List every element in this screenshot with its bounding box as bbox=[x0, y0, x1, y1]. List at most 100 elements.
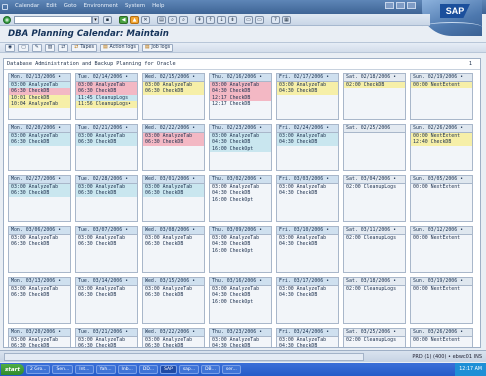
last-page-icon[interactable]: ⇟ bbox=[228, 16, 237, 24]
scheduled-action[interactable]: 03:00 AnalyzeTab bbox=[9, 81, 70, 89]
scheduled-action[interactable]: 03:00 AnalyzeTab bbox=[143, 132, 204, 140]
scheduled-action[interactable]: 03:00 AnalyzeTab bbox=[277, 132, 338, 140]
menu-item-edit[interactable]: Edit bbox=[46, 3, 56, 10]
calendar-day-cell[interactable]: Sun. 03/19/2006 • 00:00 NextExtent bbox=[410, 277, 473, 324]
day-header[interactable]: Fri. 03/03/2006 • bbox=[277, 176, 338, 184]
taskbar-item[interactable]: SAP bbox=[160, 365, 177, 374]
scheduled-action[interactable]: 03:00 AnalyzeTab bbox=[76, 337, 137, 344]
scheduled-action[interactable]: 04:30 CheckDB bbox=[277, 190, 338, 197]
day-header[interactable]: Wed. 03/01/2006 • bbox=[143, 176, 204, 184]
scheduled-action[interactable]: 06:30 CheckDB bbox=[143, 88, 204, 95]
day-header[interactable]: Wed. 02/22/2006 • bbox=[143, 125, 204, 133]
day-header[interactable]: Sat. 02/25/2006 bbox=[344, 125, 405, 133]
day-header[interactable]: Fri. 03/24/2006 • bbox=[277, 329, 338, 337]
calendar-day-cell[interactable]: Fri. 03/17/2006 • 03:00 AnalyzeTab 04:30 C… bbox=[276, 277, 339, 324]
calendar-day-cell[interactable]: Sat. 03/04/2006 • 02:00 CleanupLogs bbox=[343, 175, 406, 222]
calendar-day-cell[interactable]: Sat. 02/25/2006 bbox=[343, 124, 406, 171]
taskbar-item[interactable]: Int... bbox=[75, 365, 94, 374]
scheduled-action[interactable]: 06:30 CheckDB bbox=[9, 190, 70, 197]
day-header[interactable]: Wed. 03/08/2006 • bbox=[143, 227, 204, 235]
day-header[interactable]: Mon. 03/13/2006 • bbox=[9, 278, 70, 286]
day-header[interactable]: Sat. 02/18/2006 • bbox=[344, 74, 405, 82]
day-header[interactable]: Sun. 02/19/2006 • bbox=[411, 74, 472, 82]
scheduled-action[interactable]: 12:40 CheckDB bbox=[411, 139, 472, 146]
scheduled-action[interactable]: 11:45 CleanupLogs bbox=[76, 94, 137, 102]
scheduled-action[interactable]: 04:30 CheckDB bbox=[210, 139, 271, 146]
day-header[interactable]: Fri. 02/17/2006 • bbox=[277, 74, 338, 82]
scheduled-action[interactable]: 16:00 CheckOpt bbox=[210, 299, 271, 306]
day-header[interactable]: Wed. 03/15/2006 • bbox=[143, 278, 204, 286]
scheduled-action[interactable]: 16:00 CheckOpt bbox=[210, 197, 271, 204]
scheduled-action[interactable]: 03:00 AnalyzeTab bbox=[277, 337, 338, 344]
scheduled-action[interactable]: 06:30 CheckDB bbox=[76, 88, 137, 95]
scheduled-action[interactable]: 03:00 AnalyzeTab bbox=[277, 81, 338, 89]
taskbar-item[interactable]: Yah... bbox=[95, 365, 116, 374]
scheduled-action[interactable]: 16:00 CheckOpt bbox=[210, 248, 271, 255]
scheduled-action[interactable]: 04:30 CheckDB bbox=[277, 139, 338, 146]
calendar-day-cell[interactable]: Sun. 02/19/2006 • 00:00 NextExtent bbox=[410, 73, 473, 120]
scheduled-action[interactable]: 04:30 CheckDB bbox=[210, 88, 271, 95]
create-icon[interactable]: ▢ bbox=[18, 43, 29, 52]
day-header[interactable]: Tue. 03/14/2006 • bbox=[76, 278, 137, 286]
calendar-day-cell[interactable]: Tue. 02/21/2006 • 03:00 AnalyzeTab 06:30 C… bbox=[75, 124, 138, 171]
scheduled-action[interactable]: 03:00 AnalyzeTab bbox=[210, 132, 271, 140]
calendar-day-cell[interactable]: Mon. 03/13/2006 • 03:00 AnalyzeTab 06:30 C… bbox=[8, 277, 71, 324]
scheduled-action[interactable]: 06:30 CheckDB bbox=[9, 139, 70, 146]
calendar-day-cell[interactable]: Tue. 03/21/2006 • 03:00 AnalyzeTab 06:30 C… bbox=[75, 328, 138, 347]
new-session-icon[interactable]: ▭ bbox=[244, 16, 253, 24]
taskbar-item[interactable]: sap... bbox=[178, 365, 200, 374]
layout-icon[interactable]: ▦ bbox=[282, 16, 291, 24]
scheduled-action[interactable]: 00:00 NextExtent bbox=[411, 81, 472, 89]
calendar-day-cell[interactable]: Tue. 03/14/2006 • 03:00 AnalyzeTab 06:30 C… bbox=[75, 277, 138, 324]
back-icon[interactable]: ◀ bbox=[119, 16, 128, 24]
scheduled-action[interactable]: 03:00 AnalyzeTab bbox=[143, 81, 204, 89]
scheduled-action[interactable]: 04:30 CheckDB bbox=[277, 241, 338, 248]
scheduled-action[interactable]: 03:00 AnalyzeTab bbox=[210, 286, 271, 293]
action-logs-button[interactable]: ▤ Action logs bbox=[99, 43, 139, 52]
taskbar-item[interactable]: DB... bbox=[201, 365, 220, 374]
calendar-day-cell[interactable]: Tue. 02/28/2006 • 03:00 AnalyzeTab 06:30 C… bbox=[75, 175, 138, 222]
scheduled-action[interactable]: 03:00 AnalyzeTab bbox=[143, 183, 204, 191]
help-icon[interactable]: ? bbox=[271, 16, 280, 24]
command-dropdown-icon[interactable]: ▾ bbox=[92, 16, 99, 24]
scheduled-action[interactable]: 10:01 CheckDB bbox=[9, 94, 70, 102]
exit-icon[interactable]: ▲ bbox=[130, 16, 139, 24]
scheduled-action[interactable]: 06:30 CheckDB bbox=[143, 190, 204, 197]
day-header[interactable]: Mon. 03/20/2006 • bbox=[9, 329, 70, 337]
delete-icon[interactable]: ▥ bbox=[44, 43, 56, 52]
scheduled-action[interactable]: 03:00 AnalyzeTab bbox=[76, 286, 137, 293]
scheduled-action[interactable]: 02:00 CleanupLogs bbox=[344, 337, 405, 344]
scheduled-action[interactable]: 06:30 CheckDB bbox=[9, 241, 70, 248]
calendar-day-cell[interactable]: Fri. 02/24/2006 • 03:00 AnalyzeTab 04:30 C… bbox=[276, 124, 339, 171]
scheduled-action[interactable]: 03:00 AnalyzeTab bbox=[210, 81, 271, 89]
calendar-day-cell[interactable]: Sat. 03/11/2006 • 02:00 CleanupLogs bbox=[343, 226, 406, 273]
scheduled-action[interactable]: 03:00 AnalyzeTab bbox=[9, 183, 70, 191]
scheduled-action[interactable]: 03:00 AnalyzeTab bbox=[76, 81, 137, 89]
calendar-day-cell[interactable]: Mon. 02/13/2006 • 03:00 AnalyzeTab 06:30 C… bbox=[8, 73, 71, 120]
scheduled-action[interactable]: 06:30 CheckDB bbox=[76, 139, 137, 146]
day-header[interactable]: Tue. 03/21/2006 • bbox=[76, 329, 137, 337]
scheduled-action[interactable]: 03:00 AnalyzeTab bbox=[9, 286, 70, 293]
scheduled-action[interactable]: 03:00 AnalyzeTab bbox=[9, 235, 70, 242]
scheduled-action[interactable]: 16:00 CheckOpt bbox=[210, 145, 271, 153]
calendar-day-cell[interactable]: Mon. 03/06/2006 • 03:00 AnalyzeTab 06:30 C… bbox=[8, 226, 71, 273]
scheduled-action[interactable]: 02:00 CleanupLogs bbox=[344, 235, 405, 242]
change-icon[interactable]: ✎ bbox=[31, 43, 42, 52]
day-header[interactable]: Wed. 03/22/2006 • bbox=[143, 329, 204, 337]
taskbar-item[interactable]: Sen... bbox=[52, 365, 74, 374]
day-header[interactable]: Sun. 03/12/2006 • bbox=[411, 227, 472, 235]
day-header[interactable]: Mon. 02/13/2006 • bbox=[9, 74, 70, 82]
calendar-day-cell[interactable]: Sat. 03/18/2006 • 02:00 CleanupLogs bbox=[343, 277, 406, 324]
calendar-day-cell[interactable]: Thu. 03/02/2006 • 03:00 AnalyzeTab 04:30 C… bbox=[209, 175, 272, 222]
scheduled-action[interactable]: 06:30 CheckDB bbox=[143, 343, 204, 347]
day-header[interactable]: Sat. 03/18/2006 • bbox=[344, 278, 405, 286]
find-next-icon[interactable]: ⌕ bbox=[179, 16, 188, 24]
day-header[interactable]: Tue. 02/28/2006 • bbox=[76, 176, 137, 184]
calendar-day-cell[interactable]: Wed. 03/22/2006 • 03:00 AnalyzeTab 06:30 C… bbox=[142, 328, 205, 347]
menu-item-calendar[interactable]: Calendar bbox=[15, 3, 39, 10]
calendar-day-cell[interactable]: Wed. 03/08/2006 • 03:00 AnalyzeTab 06:30 C… bbox=[142, 226, 205, 273]
scheduled-action[interactable]: 02:00 CheckDB bbox=[344, 81, 405, 89]
day-header[interactable]: Thu. 03/09/2006 • bbox=[210, 227, 271, 235]
scheduled-action[interactable]: 12:17 CheckDB bbox=[210, 101, 271, 108]
scheduled-action[interactable]: 06:30 CheckDB bbox=[9, 88, 70, 95]
